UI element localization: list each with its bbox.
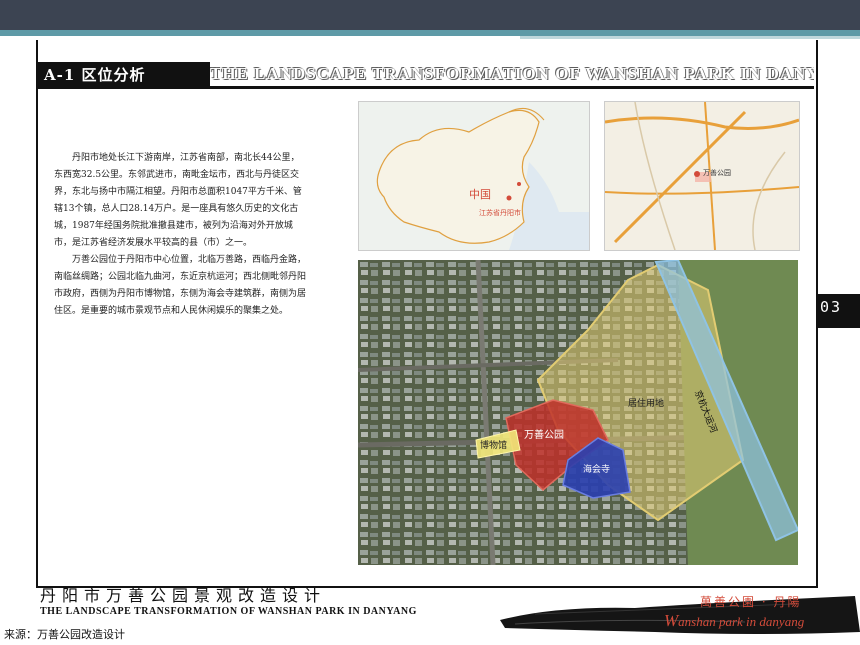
aerial-map-graphic [358,260,798,565]
top-accent-stripe-light [520,36,860,39]
temple-label: 海会寺 [583,465,611,475]
logo-cn: 萬善公園 · 丹陽 [700,595,802,609]
residential-label: 居住用地 [628,399,665,409]
province-label: 江苏省丹阳市 [479,209,521,217]
park-label: 万善公园 [524,430,564,441]
section-title-en: THE LANDSCAPE TRANSFORMATION OF WANSHAN … [210,64,814,83]
top-banner [0,0,860,30]
museum-label: 博物馆 [480,441,508,451]
page-number: 03 [820,298,843,316]
paragraph-location: 丹阳市地处长江下游南岸，江苏省南部，南北长44公里，东西宽32.5公里。东邻武进… [54,153,302,248]
section-title: A-1 区位分析 [44,66,146,84]
china-label: 中国 [469,188,491,201]
park-label-city: 万善公园 [703,169,731,177]
source-note: 来源：万善公园改造设计 [4,628,125,641]
city-map-graphic [604,101,800,251]
logo-en: Wanshan park in danyang [664,611,804,631]
footer-title-cn: 丹阳市万善公园景观改造设计 [40,586,327,605]
logo-initial: W [664,611,679,630]
aerial-map: 居住用地 京杭大运河 万善公园 博物馆 海会寺 [358,260,798,565]
description-text: 丹阳市地处长江下游南岸，江苏省南部，南北长44公里，东西宽32.5公里。东邻武进… [54,150,306,320]
china-map: 中国 江苏省丹阳市 [358,101,590,251]
city-map: 万善公园 [604,101,800,251]
section-rule [38,86,814,89]
logo-rest: anshan park in danyang [678,614,805,629]
china-map-graphic [359,102,589,250]
paragraph-park: 万善公园位于丹阳市中心位置，北临万善路，西临丹金路，南临丝绸路；公园北临九曲河，… [54,255,307,316]
footer-title-en: THE LANDSCAPE TRANSFORMATION OF WANSHAN … [40,606,417,617]
